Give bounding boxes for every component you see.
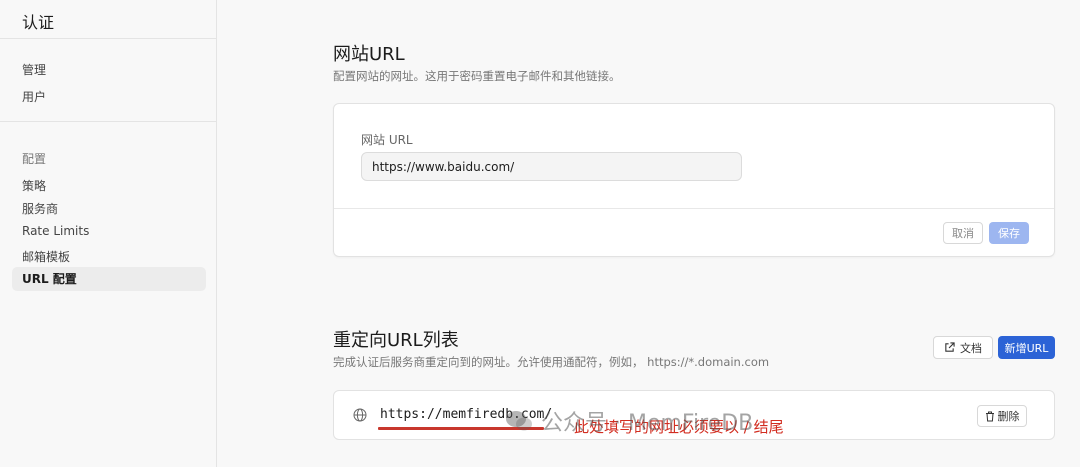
sidebar: 认证 管理 用户 配置 策略 服务商 Rate Limits 邮箱模板 URL …: [0, 0, 217, 467]
delete-url-button[interactable]: 删除: [977, 405, 1027, 427]
site-url-description: 配置网站的网址。这用于密码重置电子邮件和其他链接。: [333, 69, 621, 83]
site-url-input[interactable]: [361, 152, 742, 181]
site-url-card: 网站 URL 取消 保存: [333, 103, 1055, 257]
sidebar-divider: [0, 38, 216, 39]
site-url-field-label: 网站 URL: [361, 133, 413, 147]
sidebar-item-url-config[interactable]: URL 配置: [12, 267, 206, 291]
site-url-title: 网站URL: [333, 44, 405, 65]
delete-button-label: 删除: [997, 410, 1020, 423]
sidebar-item-users[interactable]: 用户: [22, 88, 46, 105]
save-button[interactable]: 保存: [989, 222, 1029, 244]
wechat-logo-icon: [506, 411, 532, 431]
card-divider: [334, 208, 1054, 209]
docs-button-label: 文档: [960, 341, 982, 355]
sidebar-item-policies[interactable]: 策略: [22, 177, 46, 194]
trash-icon: [985, 411, 994, 421]
sidebar-item-manage[interactable]: 管理: [22, 61, 46, 78]
redirect-urls-title: 重定向URL列表: [333, 330, 459, 351]
redirect-urls-description: 完成认证后服务商重定向到的网址。允许使用通配符，例如， https://*.do…: [333, 355, 770, 369]
sidebar-heading-config: 配置: [22, 152, 47, 166]
globe-icon: [353, 408, 367, 422]
docs-button[interactable]: 文档: [933, 336, 993, 359]
external-link-icon: [945, 342, 955, 352]
add-url-button[interactable]: 新增URL: [998, 336, 1055, 359]
main-content: 网站URL 配置网站的网址。这用于密码重置电子邮件和其他链接。 网站 URL 取…: [218, 0, 1080, 467]
watermark: 公众号 · MemFireDB: [505, 405, 753, 437]
sidebar-title: 认证: [22, 13, 55, 32]
sidebar-item-providers[interactable]: 服务商: [22, 200, 58, 217]
sidebar-divider: [0, 121, 216, 122]
sidebar-item-email-templates[interactable]: 邮箱模板: [22, 248, 70, 265]
sidebar-item-rate-limits[interactable]: Rate Limits: [22, 224, 89, 238]
watermark-text: 公众号 · MemFireDB: [541, 411, 754, 436]
cancel-button[interactable]: 取消: [943, 222, 983, 244]
